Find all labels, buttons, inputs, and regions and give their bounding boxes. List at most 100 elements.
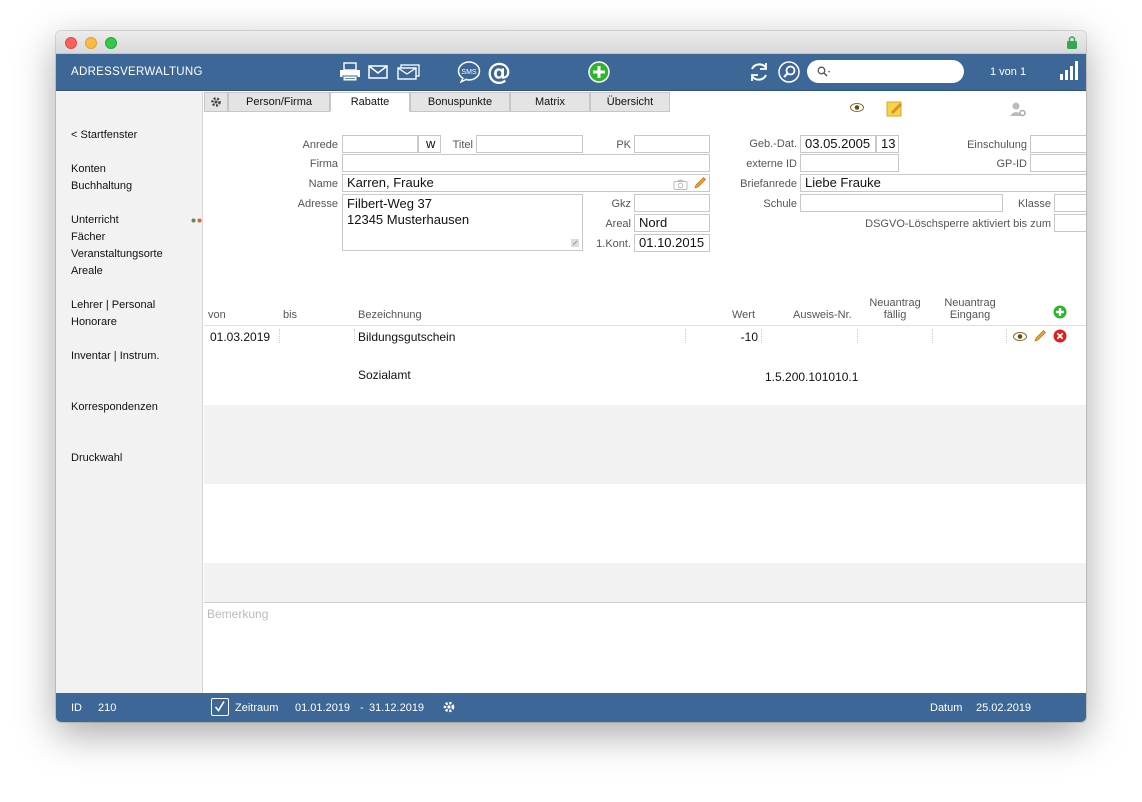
datum-label: Datum [930,702,963,714]
einschulung-label: Einschulung [967,139,1027,151]
tab-settings[interactable] [204,92,228,112]
tab-matrix[interactable]: Matrix [510,92,590,112]
areal-label: Areal [605,218,631,230]
firma-label: Firma [309,158,338,170]
status-dots-icon [191,218,202,223]
schule-field[interactable] [800,194,1003,212]
close-window-button[interactable] [65,37,77,49]
zeitraum-separator: - [360,702,364,714]
row-view-eye-icon[interactable] [1013,332,1027,341]
sidebar-item-areale[interactable]: Areale [71,265,103,277]
resize-note-icon [571,239,579,247]
sidebar-item-buchhaltung[interactable]: Buchhaltung [71,180,132,192]
name-field[interactable]: Karren, Frauke [342,174,710,192]
mail-icon[interactable] [368,60,388,84]
empty-row-band [204,405,1086,484]
zeitraum-gear-icon[interactable] [442,700,456,714]
serial-mail-icon[interactable] [397,60,421,84]
adresse-label: Adresse [297,198,338,210]
age-field[interactable]: 13 [876,135,899,153]
externe-id-label: externe ID [746,158,797,170]
cell-divider [279,329,280,343]
col-header-faellig-line2: fällig [883,309,907,321]
kont-field[interactable]: 01.10.2015 [634,234,710,252]
kont-label: 1.Kont. [596,238,631,250]
print-icon[interactable] [339,60,361,84]
gpid-label: GP-ID [996,158,1027,170]
user-settings-icon[interactable] [1010,101,1026,117]
window-titlebar [56,31,1086,54]
externe-id-field[interactable] [800,154,899,172]
find-icon[interactable] [777,60,801,84]
tab-person-firma[interactable]: Person/Firma [228,92,330,112]
edit-pencil-icon[interactable] [693,176,707,190]
gpid-field[interactable] [1030,154,1086,172]
firma-field[interactable] [342,154,710,172]
gkz-field[interactable] [634,194,710,212]
email-at-icon[interactable]: @ [487,60,511,84]
row-edit-pencil-icon[interactable] [1033,329,1047,343]
signal-strength-icon [1060,61,1078,80]
sidebar-item-konten[interactable]: Konten [71,163,106,175]
note-icon[interactable] [886,100,904,117]
tab-rabatte[interactable]: Rabatte [330,92,410,112]
sidebar-item-inventar[interactable]: Inventar | Instrum. [71,350,159,362]
sidebar-item-korrespondenzen[interactable]: Korrespondenzen [71,401,158,413]
einschulung-field[interactable] [1030,135,1086,153]
gear-icon [211,97,221,107]
tab-uebersicht[interactable]: Übersicht [590,92,670,112]
gebdat-label: Geb.-Dat. [749,138,797,150]
add-record-icon[interactable] [587,60,611,84]
tab-bonuspunkte[interactable]: Bonuspunkte [410,92,510,112]
pk-field[interactable] [634,135,710,153]
sidebar-item-lehrer-personal[interactable]: Lehrer | Personal [71,299,155,311]
adresse-line-1: Filbert-Weg 37 [347,196,433,211]
anrede-field[interactable] [342,135,418,153]
checkmark-icon [214,701,225,712]
zeitraum-checkbox[interactable] [211,698,229,716]
briefanrede-field[interactable]: Liebe Frauke [800,174,1086,192]
sidebar-item-veranstaltungsorte[interactable]: Veranstaltungsorte [71,248,163,260]
minimize-window-button[interactable] [85,37,97,49]
klasse-field[interactable] [1054,194,1086,212]
camera-icon[interactable] [673,179,688,190]
view-eye-icon[interactable] [850,103,864,112]
search-input[interactable] [835,63,955,79]
sms-icon[interactable]: SMS [457,60,481,84]
titel-field[interactable] [476,135,583,153]
gebdat-field[interactable]: 03.05.2005 [800,135,876,153]
row-bezeichnung: Bildungsgutschein [358,330,456,344]
search-field[interactable] [807,60,964,83]
app-title: ADRESSVERWALTUNG [71,66,203,78]
sidebar-item-startfenster[interactable]: < Startfenster [71,129,137,141]
record-counter: 1 von 1 [990,66,1027,78]
zeitraum-from[interactable]: 01.01.2019 [295,702,350,714]
sidebar-item-faecher[interactable]: Fächer [71,231,105,243]
zoom-window-button[interactable] [105,37,117,49]
sms-icon-label: SMS [461,69,477,76]
areal-field[interactable]: Nord [634,214,710,232]
sidebar-item-druckwahl[interactable]: Druckwahl [71,452,122,464]
id-value: 210 [98,702,117,714]
empty-row-band [204,563,1086,603]
search-icon [817,66,830,77]
zeitraum-to[interactable]: 31.12.2019 [369,702,424,714]
bemerkung-field[interactable]: Bemerkung [204,602,1086,693]
adresse-field[interactable]: Filbert-Weg 37 12345 Musterhausen [342,194,583,251]
at-symbol: @ [487,58,511,86]
refresh-icon[interactable] [747,60,771,84]
name-value: Karren, Frauke [347,175,434,190]
sidebar-item-honorare[interactable]: Honorare [71,316,117,328]
row-bezeichnung-2: Sozialamt [358,368,411,382]
dsgvo-field[interactable] [1054,214,1086,232]
id-label: ID [71,702,82,714]
row-delete-icon[interactable] [1053,329,1067,343]
col-header-neuantrag-faellig: Neuantrag fällig [864,297,926,321]
cell-divider [761,329,762,343]
col-header-eingang-line1: Neuantrag [944,297,996,309]
add-row-icon[interactable] [1053,305,1067,319]
klasse-label: Klasse [1017,198,1051,210]
dsgvo-label: DSGVO-Löschsperre aktiviert bis zum [865,218,1051,230]
table-row[interactable]: 01.03.2019 Bildungsgutschein Sozialamt -… [204,326,1086,405]
sidebar-item-unterricht[interactable]: Unterricht [71,214,119,226]
